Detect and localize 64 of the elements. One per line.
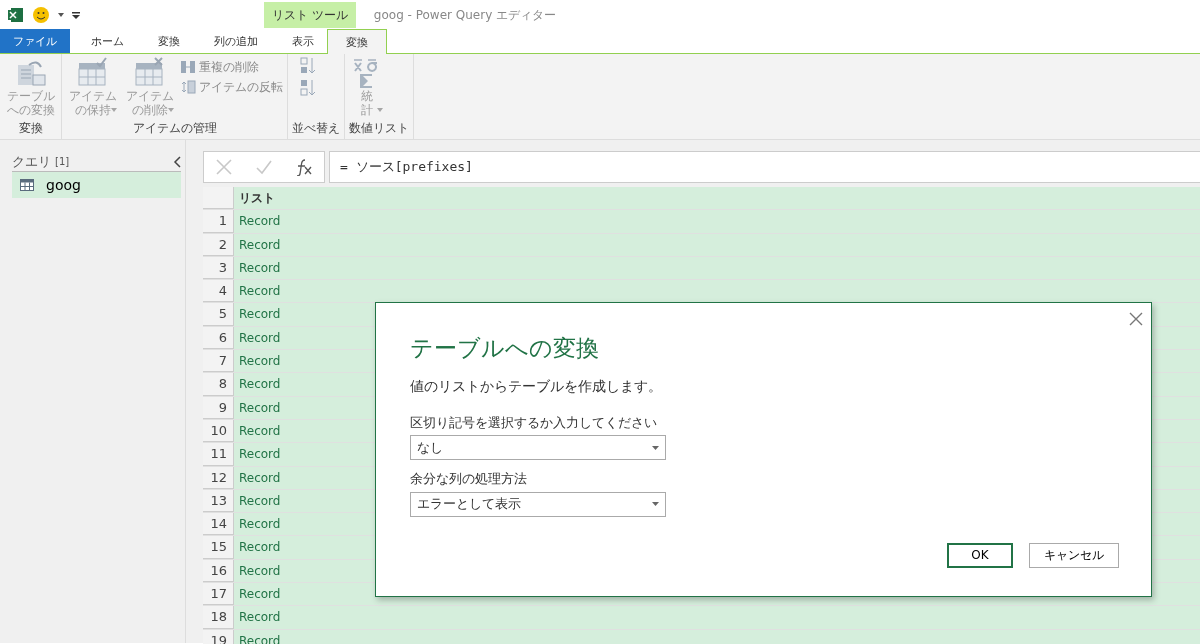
group-label: 並べ替え xyxy=(292,120,340,137)
caret-icon xyxy=(377,108,383,112)
row-number: 3 xyxy=(203,256,234,280)
ribbon-tab[interactable]: ファイル xyxy=(0,29,70,53)
row-number: 11 xyxy=(203,443,234,466)
group-label: アイテムの管理 xyxy=(131,120,218,137)
context-tab-label: リスト ツール xyxy=(264,2,356,28)
window-title: goog - Power Query エディター xyxy=(373,7,557,24)
row-number: 14 xyxy=(203,513,234,536)
reverse-icon xyxy=(180,79,196,95)
table-check-icon xyxy=(76,57,109,89)
row-number: 8 xyxy=(203,373,234,396)
table-cell: Record xyxy=(234,233,1200,256)
table-cell: Record xyxy=(234,280,1200,303)
ribbon-tab[interactable]: ホーム xyxy=(78,29,137,53)
query-count: [1] xyxy=(55,155,70,169)
table-cell: Record xyxy=(234,606,1200,629)
row-number: 10 xyxy=(203,419,234,443)
row-number: 12 xyxy=(203,466,234,489)
caret-icon xyxy=(652,502,659,506)
dropdown[interactable]: なし xyxy=(410,435,666,460)
row-number: 4 xyxy=(203,280,234,303)
ribbon-tab[interactable]: 表示 xyxy=(279,29,327,53)
group-label: 数値リスト xyxy=(349,120,409,137)
function-icon[interactable] xyxy=(295,158,313,176)
table-icon xyxy=(20,179,34,191)
cancel-button[interactable]: キャンセル xyxy=(1029,542,1119,568)
table-cell: Record xyxy=(234,256,1200,280)
row-number: 5 xyxy=(203,303,234,326)
row-number: 6 xyxy=(203,326,234,350)
smiley-icon xyxy=(32,6,50,24)
columns-icon xyxy=(180,59,196,75)
row-number: 18 xyxy=(203,606,234,629)
column-header[interactable]: リスト xyxy=(234,187,1200,210)
customize-menu-icon[interactable] xyxy=(72,11,80,19)
collapse-icon[interactable] xyxy=(173,155,181,168)
ok-button[interactable]: OK xyxy=(947,542,1013,568)
row-number: 17 xyxy=(203,583,234,606)
row-number: 9 xyxy=(203,396,234,419)
row-number: 16 xyxy=(203,559,234,583)
query-item[interactable]: goog xyxy=(12,172,181,198)
group-label: 変換 xyxy=(17,120,44,137)
close-icon xyxy=(1129,311,1143,326)
row-number: 15 xyxy=(203,536,234,559)
row-number: 7 xyxy=(203,350,234,373)
row-number: 2 xyxy=(203,233,234,256)
table-cell: Record xyxy=(234,210,1200,233)
caret-icon xyxy=(111,108,117,112)
row-number: 1 xyxy=(203,210,234,233)
field-label: 余分な列の処理方法 xyxy=(410,470,528,488)
caret-icon xyxy=(652,445,659,450)
queries-title: クエリ xyxy=(12,152,51,171)
caret-icon[interactable] xyxy=(58,13,64,17)
caret-icon xyxy=(168,108,174,112)
row-number: 13 xyxy=(203,489,234,513)
ribbon-tab[interactable]: 変換 xyxy=(145,29,193,53)
check-icon[interactable] xyxy=(255,158,273,176)
dropdown[interactable]: エラーとして表示 xyxy=(410,491,666,517)
dialog-description: 値のリストからテーブルを作成します。 xyxy=(410,376,663,396)
formula-field[interactable]: = ソース[prefixes] xyxy=(329,151,1200,183)
ribbon-tab[interactable]: 変換 xyxy=(327,29,387,54)
excel-icon xyxy=(8,7,24,23)
ribbon-tab[interactable]: 列の追加 xyxy=(201,29,271,53)
table-delete-icon xyxy=(133,57,166,89)
